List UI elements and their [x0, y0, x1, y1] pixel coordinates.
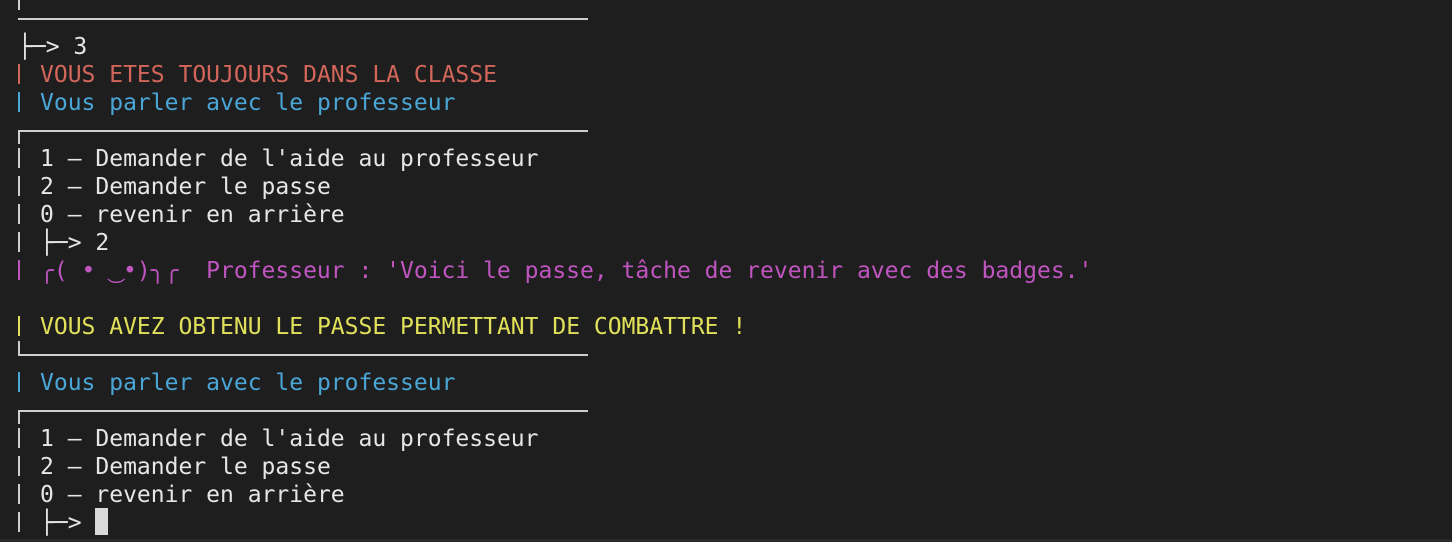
status-line-class: VOUS ETES TOUJOURS DANS LA CLASSE	[18, 61, 497, 89]
answer-value: 2	[95, 230, 110, 256]
line-bar	[18, 203, 20, 224]
professor-dialogue: ╭( • ͜ •)╮╭ Professeur : 'Voici le passe…	[18, 257, 1092, 285]
talk-text: Vous parler avec le professeur	[40, 90, 456, 116]
line-bar	[18, 63, 20, 84]
line-bar	[18, 259, 20, 280]
line-bar	[18, 371, 20, 392]
line-bar	[18, 231, 20, 252]
prompt-arrow: ├─>	[40, 230, 82, 256]
talk-text: Vous parler avec le professeur	[40, 370, 456, 396]
prompt-arrow: ├─>	[18, 34, 60, 60]
prompt-answer-2: ├─> 2	[18, 229, 109, 257]
prompt-answer-1: ├─> 3	[18, 33, 87, 61]
line-bar	[18, 315, 20, 336]
box-left-edge	[18, 410, 20, 424]
line-bar	[18, 455, 20, 476]
status-text: VOUS ETES TOUJOURS DANS LA CLASSE	[40, 62, 497, 88]
prompt-arrow: ├─>	[40, 510, 82, 536]
active-prompt[interactable]: ├─>	[18, 508, 109, 537]
talk-line-2: Vous parler avec le professeur	[18, 369, 455, 397]
separator-line	[18, 18, 588, 20]
separator-line	[18, 354, 588, 356]
text-cursor[interactable]	[95, 508, 109, 535]
line-bar	[18, 511, 20, 532]
line-bar	[18, 91, 20, 112]
separator-line	[18, 130, 588, 132]
menu2-item-help: 1 – Demander de l'aide au professeur	[18, 425, 539, 453]
box-left-edge	[18, 0, 20, 10]
menu1-item-pass: 2 – Demander le passe	[18, 173, 331, 201]
menu1-item-back: 0 – revenir en arrière	[18, 201, 345, 229]
menu2-item-pass: 2 – Demander le passe	[18, 453, 331, 481]
menu1-item-help: 1 – Demander de l'aide au professeur	[18, 145, 539, 173]
line-bar	[18, 175, 20, 196]
line-bar	[18, 147, 20, 168]
answer-value: 3	[73, 34, 88, 60]
obtained-pass-line: VOUS AVEZ OBTENU LE PASSE PERMETTANT DE …	[18, 313, 746, 341]
terminal-window[interactable]: ├─> 3 VOUS ETES TOUJOURS DANS LA CLASSE …	[0, 0, 1452, 542]
box-left-edge	[18, 341, 20, 355]
line-bar	[18, 483, 20, 504]
line-bar	[18, 427, 20, 448]
obtained-text: VOUS AVEZ OBTENU LE PASSE PERMETTANT DE …	[40, 314, 747, 340]
talk-line-1: Vous parler avec le professeur	[18, 89, 455, 117]
box-left-edge	[18, 130, 20, 144]
professor-text: Professeur : 'Voici le passe, tâche de r…	[206, 258, 1093, 284]
lenny-face-icon: ╭( • ͜ •)╮╭	[40, 258, 179, 284]
separator-line	[18, 410, 588, 412]
menu2-item-back: 0 – revenir en arrière	[18, 481, 345, 509]
